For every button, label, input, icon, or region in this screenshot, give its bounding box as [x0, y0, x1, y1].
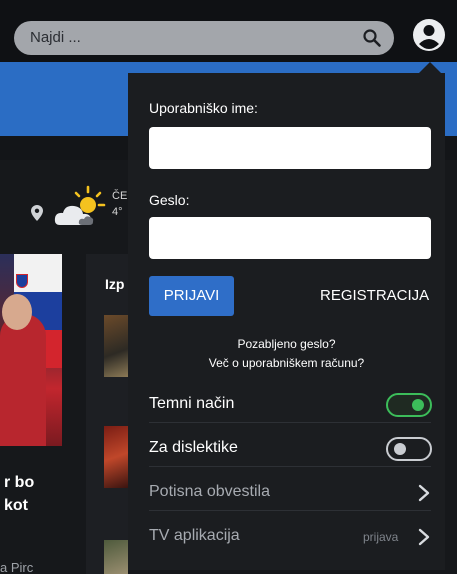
push-notifications-row[interactable]: Potisna obvestila	[149, 477, 431, 511]
dyslexia-toggle[interactable]	[386, 437, 432, 461]
tv-app-row[interactable]: TV aplikacija prijava	[149, 521, 431, 555]
password-label: Geslo:	[149, 192, 190, 208]
flag-crest	[16, 274, 28, 288]
dyslexia-label: Za dislektike	[149, 439, 238, 456]
dark-mode-label: Temni način	[149, 395, 235, 412]
login-button[interactable]: PRIJAVI	[149, 276, 234, 316]
username-input[interactable]	[149, 127, 431, 169]
user-dropdown-panel: Uporabniško ime: Geslo: PRIJAVI REGISTRA…	[128, 73, 445, 570]
article-thumbnail[interactable]	[104, 540, 128, 574]
person-head	[2, 294, 32, 330]
hero-title-line1[interactable]: r bo	[4, 474, 34, 492]
article-thumbnail[interactable]	[104, 426, 128, 488]
username-label: Uporabniško ime:	[149, 100, 258, 116]
search-bar[interactable]: Najdi ...	[14, 21, 394, 55]
article-thumbnail[interactable]	[104, 315, 128, 377]
push-notifications-label: Potisna obvestila	[149, 483, 270, 500]
user-icon[interactable]	[412, 18, 446, 52]
search-input[interactable]: Najdi ...	[30, 29, 81, 46]
password-input[interactable]	[149, 217, 431, 259]
tv-app-status: prijava	[363, 530, 399, 544]
dark-mode-row: Temni način	[149, 389, 432, 423]
weather-temperature: 4°	[112, 206, 123, 218]
partly-cloudy-icon	[54, 185, 106, 225]
tv-app-label: TV aplikacija	[149, 527, 240, 544]
forgot-password-link[interactable]: Pozabljeno geslo?	[128, 337, 445, 351]
side-column	[86, 254, 128, 574]
hero-title-line2[interactable]: kot	[4, 497, 28, 515]
dropdown-caret	[419, 62, 441, 73]
dyslexia-row: Za dislektike	[149, 433, 432, 467]
toggle-knob	[412, 399, 424, 411]
chevron-right-icon	[418, 484, 430, 502]
search-icon[interactable]	[362, 28, 382, 48]
dark-mode-toggle[interactable]	[386, 393, 432, 417]
hero-author: a Pirc	[0, 560, 34, 574]
toggle-knob	[394, 443, 406, 455]
side-heading: Izp	[105, 276, 125, 292]
person-figure	[0, 314, 46, 446]
hero-image[interactable]	[0, 254, 62, 446]
register-link[interactable]: REGISTRACIJA	[320, 287, 429, 304]
pin-icon[interactable]	[31, 205, 43, 221]
chevron-right-icon	[418, 528, 430, 546]
top-bar: Najdi ...	[0, 0, 457, 62]
account-info-link[interactable]: Več o uporabniškem računu?	[128, 356, 445, 370]
weather-day: ČE	[112, 190, 128, 202]
